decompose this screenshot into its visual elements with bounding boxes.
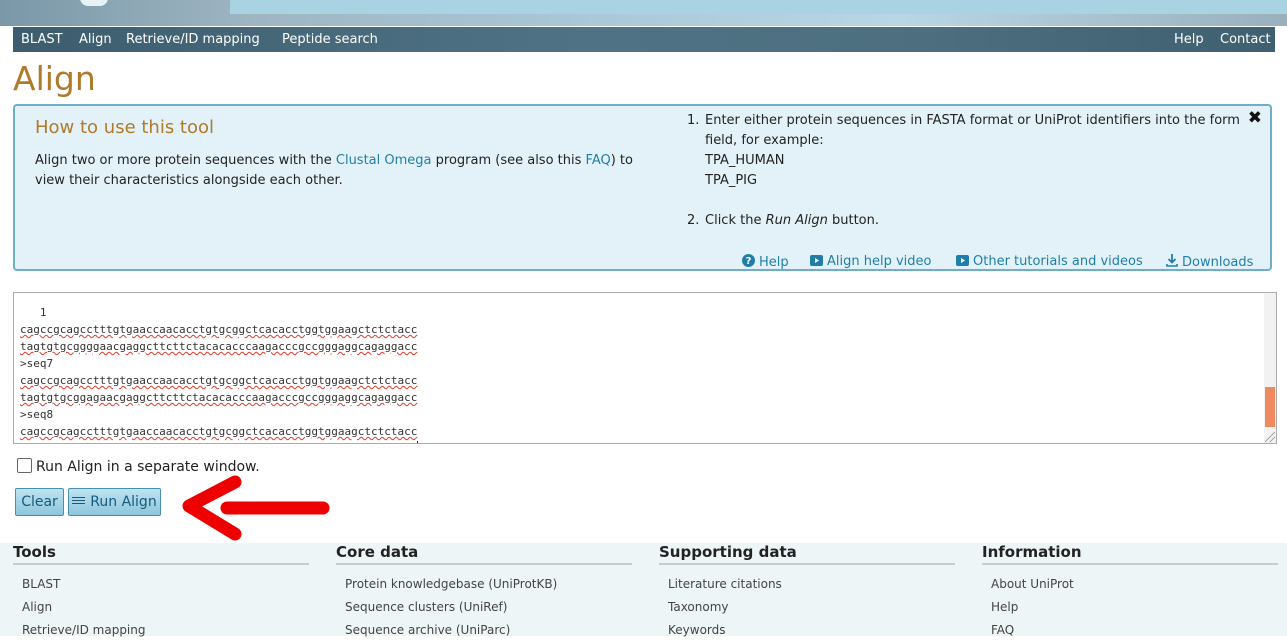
footer-link-align[interactable]: Align [22, 596, 309, 619]
how-to-use-panel: How to use this tool Align two or more p… [13, 104, 1272, 271]
help-text-middle: program (see also this [431, 153, 586, 168]
footer-heading: Supporting data [659, 543, 955, 565]
close-icon[interactable]: ✖ [1248, 108, 1262, 128]
help-heading: How to use this tool [35, 117, 215, 138]
separate-window-label: Run Align in a separate window. [36, 459, 260, 475]
nav-link-retrieve-id-mapping[interactable]: Retrieve/ID mapping [126, 32, 260, 47]
run-align-label: Run Align [90, 494, 157, 510]
nav-link-contact[interactable]: Contact [1220, 32, 1271, 47]
align-lines-icon [72, 497, 86, 506]
step-1: 1. Enter either protein sequences in FAS… [687, 111, 1247, 191]
sequence-line: cagccgcagcctttgtgaaccaacacctgtgcggctcaca… [20, 323, 418, 336]
help-links-row: ? Help Align help video Other tutorials a… [15, 253, 1270, 273]
clear-button[interactable]: Clear [15, 488, 64, 516]
sequence-line: cagccgcagcctttgtgaaccaacacctgtgcggctcaca… [20, 374, 418, 387]
help-description: Align two or more protein sequences with… [35, 151, 655, 191]
step-2-text-before: Click the [705, 213, 766, 228]
footer-link-uniref[interactable]: Sequence clusters (UniRef) [345, 596, 632, 619]
main-navigation: BLAST Align Retrieve/ID mapping Peptide … [13, 27, 1275, 52]
faq-link[interactable]: FAQ [586, 153, 611, 168]
footer-link-uniparc[interactable]: Sequence archive (UniParc) [345, 619, 632, 642]
resize-handle-icon[interactable] [1265, 432, 1275, 442]
help-link-label: Help [759, 255, 789, 270]
site-footer: Tools BLAST Align Retrieve/ID mapping Co… [0, 543, 1287, 637]
other-tutorials-label: Other tutorials and videos [973, 254, 1143, 269]
textarea-scrollbar[interactable] [1264, 293, 1276, 443]
example-tpa-human: TPA_HUMAN [705, 153, 785, 168]
footer-column-core-data: Core data Protein knowledgebase (UniProt… [336, 543, 632, 642]
clustal-omega-link[interactable]: Clustal Omega [336, 153, 432, 168]
help-link[interactable]: ? Help [742, 254, 789, 270]
example-tpa-pig: TPA_PIG [705, 173, 758, 188]
separate-window-checkbox[interactable] [17, 458, 32, 473]
nav-link-peptide-search[interactable]: Peptide search [282, 32, 378, 47]
footer-heading: Tools [13, 543, 309, 565]
footer-link-taxonomy[interactable]: Taxonomy [668, 596, 955, 619]
footer-link-keywords[interactable]: Keywords [668, 619, 955, 642]
scrollbar-thumb[interactable] [1265, 387, 1275, 427]
top-banner [0, 0, 1287, 26]
text-caret [417, 441, 419, 443]
sequence-line: tagtgtgcggggaacgaggcttcttctacacacccaagac… [20, 340, 418, 353]
video-play-icon [810, 255, 823, 266]
sequence-header-line: >seq7 [20, 357, 54, 370]
download-icon [1166, 254, 1178, 267]
sequence-line: 1 [20, 306, 47, 319]
uniprot-logo[interactable] [80, 0, 108, 6]
sequence-input-textarea[interactable]: 1 cagccgcagcctttgtgaaccaacacctgtgcggctca… [13, 292, 1277, 444]
sequence-header-line: >seq8 [20, 408, 54, 421]
footer-link-help[interactable]: Help [991, 596, 1278, 619]
help-text-before: Align two or more protein sequences with… [35, 153, 336, 168]
align-help-video-label: Align help video [827, 254, 932, 269]
align-help-video-link[interactable]: Align help video [810, 254, 931, 269]
nav-link-help[interactable]: Help [1174, 32, 1204, 47]
step-1-number: 1. [687, 113, 700, 128]
instruction-steps: 1. Enter either protein sequences in FAS… [687, 111, 1247, 231]
step-2-run-align-emphasis: Run Align [765, 213, 828, 228]
downloads-label: Downloads [1182, 255, 1254, 270]
footer-column-tools: Tools BLAST Align Retrieve/ID mapping [13, 543, 309, 642]
sequence-text: 1 cagccgcagcctttgtgaaccaacacctgtgcggctca… [20, 293, 419, 443]
red-arrow-annotation [182, 475, 330, 541]
step-2-text-after: button. [827, 213, 879, 228]
other-tutorials-link[interactable]: Other tutorials and videos [956, 254, 1143, 269]
step-2: 2. Click the Run Align button. [687, 211, 1247, 231]
downloads-link[interactable]: Downloads [1166, 254, 1253, 270]
footer-link-blast[interactable]: BLAST [22, 573, 309, 596]
page-title: Align [13, 59, 96, 98]
question-circle-icon: ? [742, 254, 755, 267]
sequence-line: tagtgtgcggggaacgaggcttcttctacacacccaagac… [20, 442, 417, 443]
sequence-line: cagccgcagcctttgtgaaccaacacctgtgcggctcaca… [20, 425, 418, 438]
footer-column-information: Information About UniProt Help FAQ [982, 543, 1278, 642]
banner-strip [230, 0, 1287, 14]
footer-link-faq[interactable]: FAQ [991, 619, 1278, 642]
separate-window-option[interactable]: Run Align in a separate window. [17, 458, 260, 475]
footer-heading: Core data [336, 543, 632, 565]
sequence-line: tagtgtgcggagaacgaggcttcttctacacacccaagac… [20, 391, 418, 404]
footer-link-retrieve-id-mapping[interactable]: Retrieve/ID mapping [22, 619, 309, 642]
step-1-text: Enter either protein sequences in FASTA … [705, 113, 1240, 148]
footer-link-uniprotkb[interactable]: Protein knowledgebase (UniProtKB) [345, 573, 632, 596]
footer-heading: Information [982, 543, 1278, 565]
footer-link-literature-citations[interactable]: Literature citations [668, 573, 955, 596]
nav-link-align[interactable]: Align [79, 32, 112, 47]
nav-link-blast[interactable]: BLAST [21, 32, 63, 47]
run-align-button[interactable]: Run Align [68, 488, 161, 516]
svg-text:?: ? [746, 256, 752, 267]
step-2-number: 2. [687, 213, 700, 228]
footer-column-supporting-data: Supporting data Literature citations Tax… [659, 543, 955, 642]
video-play-icon [956, 255, 969, 266]
footer-link-about-uniprot[interactable]: About UniProt [991, 573, 1278, 596]
